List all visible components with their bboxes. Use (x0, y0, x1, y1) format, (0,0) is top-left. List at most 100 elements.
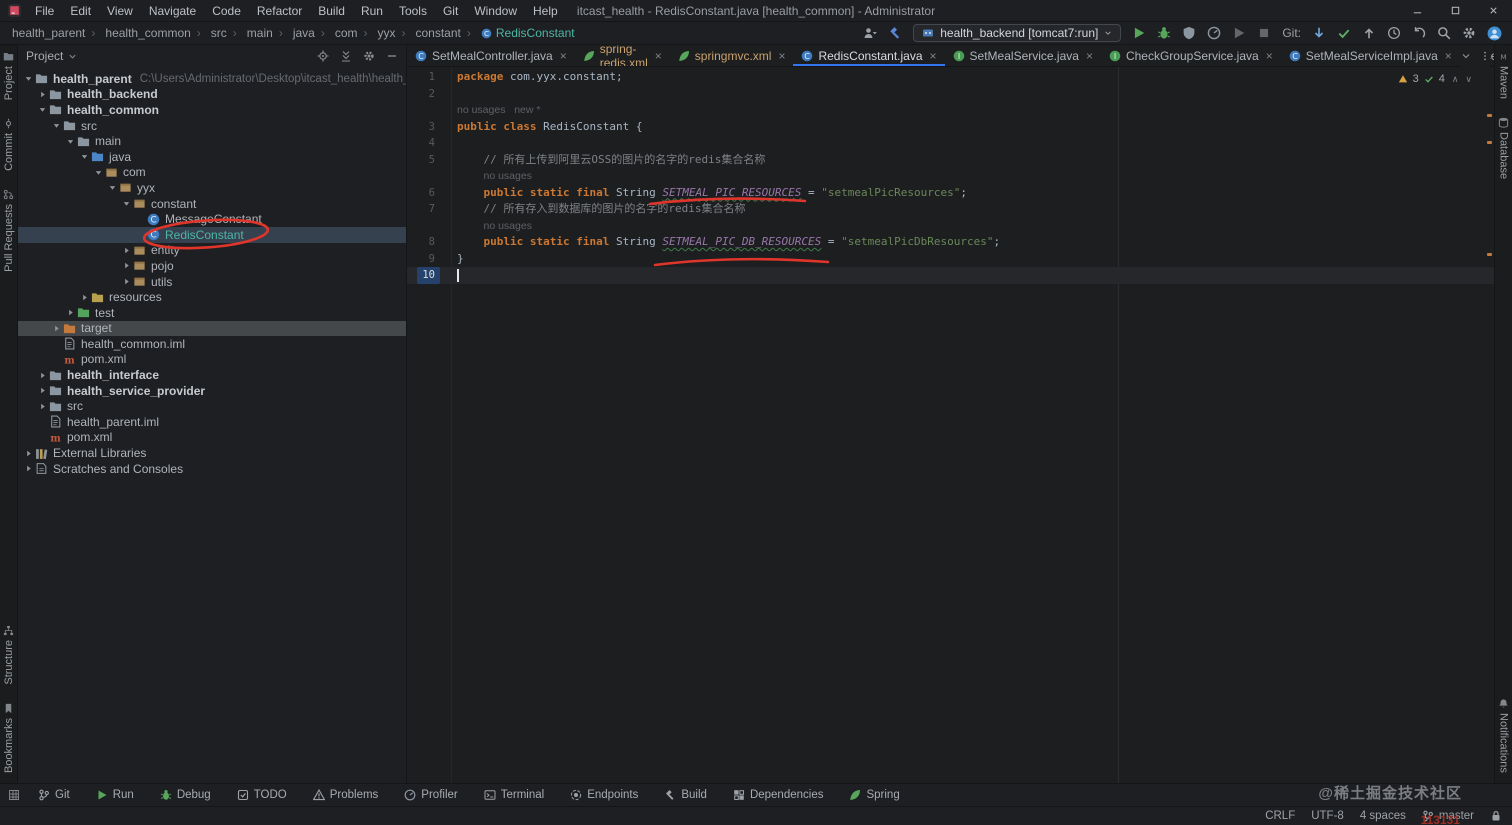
code-line-2[interactable]: 2 (407, 86, 1494, 103)
close-button[interactable] (1474, 0, 1512, 21)
tool-button-maven[interactable]: M Maven (1498, 51, 1510, 99)
tree-item-src[interactable]: src (18, 398, 406, 414)
close-tab-icon[interactable]: × (560, 50, 567, 62)
tab-redisconstant-java[interactable]: C RedisConstant.java × (793, 45, 944, 66)
line-number[interactable]: 7 (407, 201, 451, 218)
line-number[interactable]: 5 (407, 152, 451, 169)
tab-springmvc-xml[interactable]: springmvc.xml × (670, 45, 794, 66)
chevron-closed-icon[interactable] (120, 244, 133, 257)
tree-item-yyx[interactable]: yyx (18, 180, 406, 196)
inlay-row[interactable]: no usages (407, 168, 1494, 185)
breadcrumb-item-com[interactable]: com (315, 26, 358, 40)
tree-item-health-backend[interactable]: health_backend (18, 87, 406, 103)
project-panel-title[interactable]: Project (26, 49, 63, 63)
editor[interactable]: 1 package com.yyx.constant; 2 no usages new… (407, 67, 1494, 783)
tool-button-commit[interactable]: Commit (3, 118, 15, 171)
status-utf-8[interactable]: UTF-8 (1311, 810, 1344, 822)
play-icon[interactable] (1132, 26, 1146, 40)
close-tab-icon[interactable]: × (930, 50, 937, 62)
code-line-7[interactable]: 7 // 所有存入到数据库的图片的名字的redis集合名称 (407, 201, 1494, 218)
search-icon[interactable] (1437, 26, 1451, 40)
chevron-closed-icon[interactable] (36, 88, 49, 101)
tree-item-health-parent-iml[interactable]: health_parent.iml (18, 414, 406, 430)
tab-setmealserviceimpl-java[interactable]: C SetMealServiceImpl.java × (1281, 45, 1460, 66)
tab-setmealcontroller-java[interactable]: C SetMealController.java × (407, 45, 575, 66)
menu-help[interactable]: Help (525, 4, 566, 18)
tool-window-button-endpoints[interactable]: Endpoints (570, 789, 638, 801)
chevron-closed-icon[interactable] (120, 259, 133, 272)
next-problem-icon[interactable]: ∨ (1465, 71, 1472, 88)
breadcrumb-item-yyx[interactable]: yyx (358, 26, 396, 40)
tree-item-utils[interactable]: utils (18, 274, 406, 290)
inlay-row[interactable]: no usages (407, 218, 1494, 235)
chevron-closed-icon[interactable] (36, 384, 49, 397)
history-icon[interactable] (1387, 26, 1401, 40)
coverage-icon[interactable] (1182, 26, 1196, 40)
code-line-1[interactable]: 1 package com.yyx.constant; (407, 69, 1494, 86)
chevron-closed-icon[interactable] (50, 322, 63, 335)
menu-refactor[interactable]: Refactor (249, 4, 310, 18)
chevron-open-icon[interactable] (78, 150, 91, 163)
tree-item-target[interactable]: target (18, 320, 406, 337)
tool-button-bookmarks[interactable]: Bookmarks (3, 703, 15, 773)
breadcrumb-item-health-parent[interactable]: health_parent (12, 26, 85, 40)
status-4-spaces[interactable]: 4 spaces (1360, 810, 1406, 822)
tool-window-button-profiler[interactable]: Profiler (404, 789, 458, 801)
tree-item-entity[interactable]: entity (18, 243, 406, 259)
arrow-down-icon[interactable] (1312, 26, 1326, 40)
breadcrumb-item-src[interactable]: src (191, 26, 227, 40)
close-tab-icon[interactable]: × (655, 50, 662, 62)
chevron-closed-icon[interactable] (64, 306, 77, 319)
tool-button-structure[interactable]: Structure (3, 625, 15, 685)
tool-window-button-run[interactable]: Run (96, 789, 134, 801)
tool-window-button-debug[interactable]: Debug (160, 789, 211, 801)
code-area[interactable]: 1 package com.yyx.constant; 2 no usages new… (407, 69, 1494, 284)
hide-icon[interactable] (386, 50, 398, 62)
tree-item-pom-xml[interactable]: m pom.xml (18, 430, 406, 446)
commit-check-icon[interactable] (1337, 26, 1351, 40)
code-line-6[interactable]: 6 public static final String SETMEAL_PIC… (407, 185, 1494, 202)
settings-icon[interactable] (1462, 26, 1476, 40)
line-number[interactable]: 4 (407, 135, 451, 152)
chevron-down-icon[interactable] (1461, 51, 1471, 61)
tree-item-pojo[interactable]: pojo (18, 258, 406, 274)
breadcrumb-item-health-common[interactable]: health_common (85, 26, 190, 40)
tool-window-button-todo[interactable]: TODO (237, 789, 287, 801)
breadcrumb-item-java[interactable]: java (273, 26, 315, 40)
chevron-open-icon[interactable] (92, 166, 105, 179)
menu-file[interactable]: File (27, 4, 62, 18)
close-tab-icon[interactable]: × (1445, 50, 1452, 62)
tool-window-button-git[interactable]: Git (38, 789, 70, 801)
chevron-closed-icon[interactable] (22, 447, 35, 460)
locate-icon[interactable] (317, 50, 329, 62)
more-icon[interactable] (1480, 51, 1490, 61)
chevron-open-icon[interactable] (64, 135, 77, 148)
tree-item-test[interactable]: test (18, 305, 406, 321)
minimize-button[interactable] (1398, 0, 1436, 21)
run-configuration-select[interactable]: health_backend [tomcat7:run] (913, 24, 1122, 42)
lock-icon[interactable] (1490, 810, 1502, 822)
collapse-all-icon[interactable] (340, 50, 352, 62)
menu-code[interactable]: Code (204, 4, 249, 18)
chevron-open-icon[interactable] (106, 181, 119, 194)
tree-item-main[interactable]: main (18, 133, 406, 149)
tab-spring-redis-xml[interactable]: spring-redis.xml × (575, 45, 670, 66)
rollback-icon[interactable] (1412, 26, 1426, 40)
chevron-closed-icon[interactable] (78, 291, 91, 304)
close-tab-icon[interactable]: × (1086, 50, 1093, 62)
tool-window-button-build[interactable]: Build (664, 789, 707, 801)
tool-window-button-dependencies[interactable]: Dependencies (733, 789, 823, 801)
tree-item-redisconstant[interactable]: C RedisConstant (18, 226, 406, 243)
menu-tools[interactable]: Tools (391, 4, 435, 18)
close-tab-icon[interactable]: × (1266, 50, 1273, 62)
line-number[interactable]: 6 (407, 185, 451, 202)
tree-item-health-parent[interactable]: health_parent C:\Users\Administrator\Desk… (18, 71, 406, 87)
tree-item-java[interactable]: java (18, 149, 406, 165)
tool-window-button-spring[interactable]: Spring (849, 789, 900, 801)
chevron-closed-icon[interactable] (22, 462, 35, 475)
tree-item-messageconstant[interactable]: C MessageConstant (18, 211, 406, 227)
tree-item-pom-xml[interactable]: m pom.xml (18, 352, 406, 368)
menu-window[interactable]: Window (466, 4, 525, 18)
chevron-open-icon[interactable] (120, 197, 133, 210)
menu-run[interactable]: Run (353, 4, 391, 18)
